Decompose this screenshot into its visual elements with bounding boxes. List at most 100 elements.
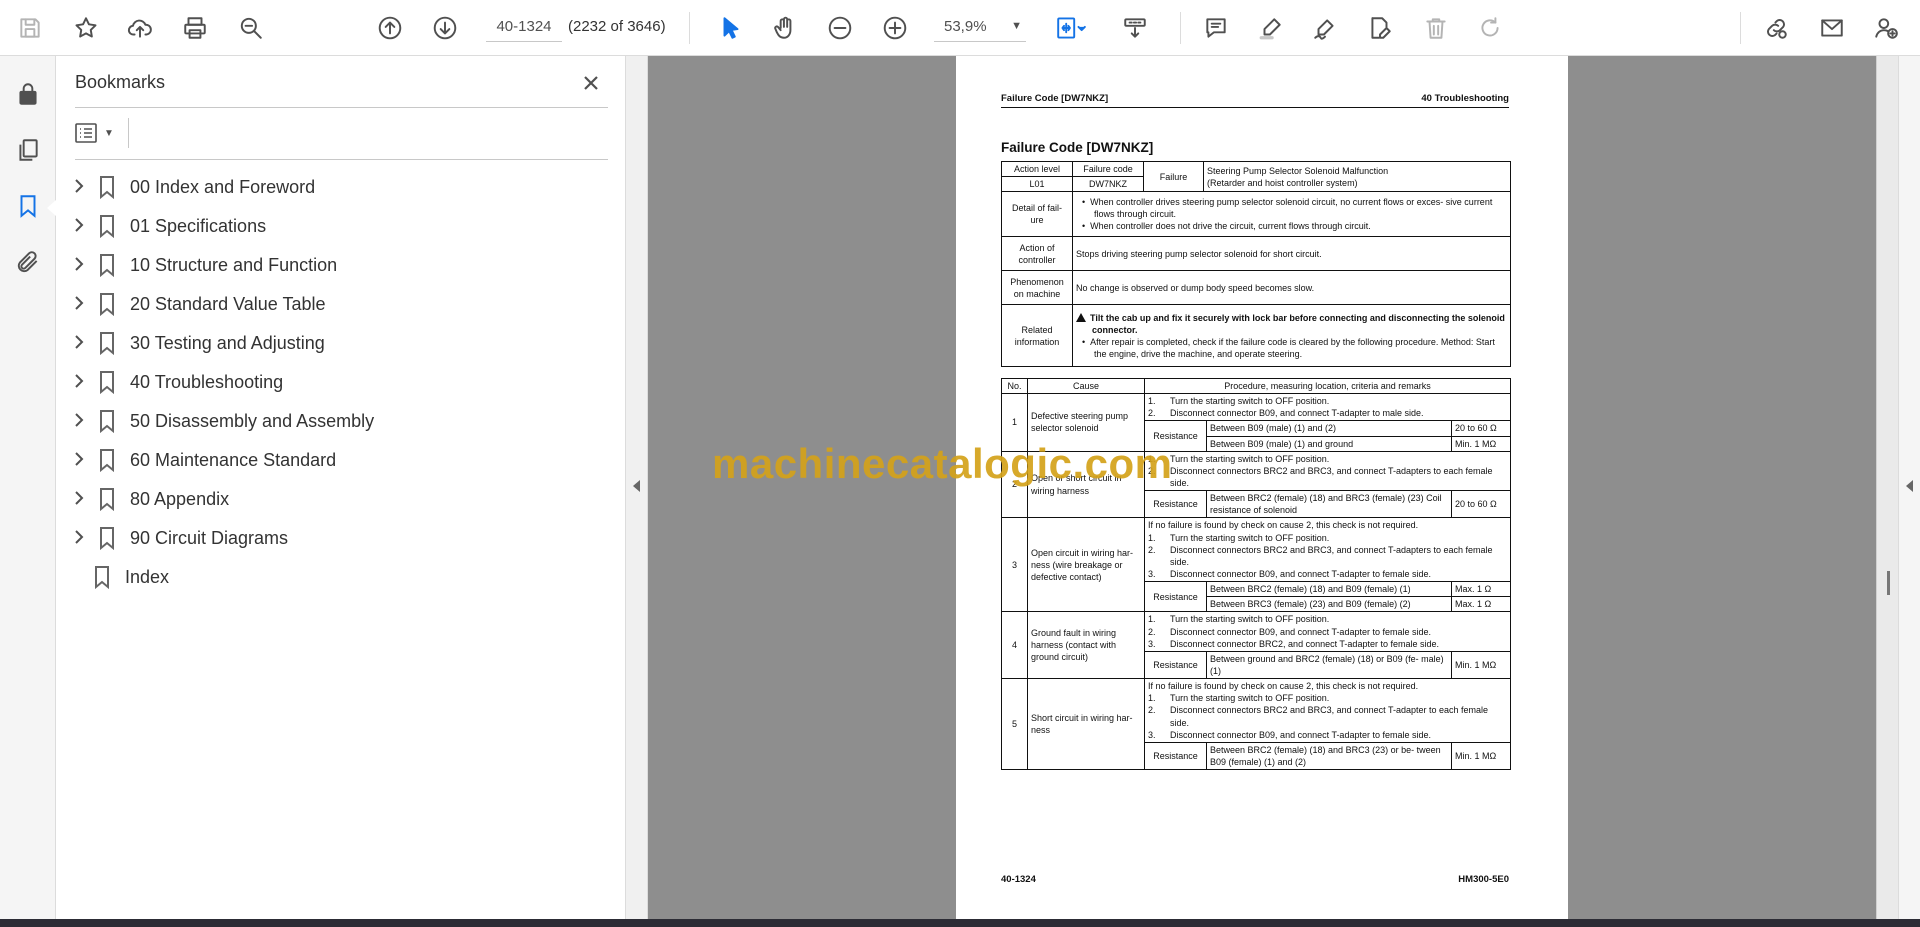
options-divider: [128, 118, 129, 148]
bookmark-item[interactable]: 20 Standard Value Table: [56, 284, 626, 323]
left-tool-rail: [0, 56, 56, 920]
action-cell: Stops driving steering pump selector sol…: [1072, 236, 1511, 272]
bookmark-star-icon[interactable]: [68, 10, 104, 46]
right-panel-toggle[interactable]: [1898, 56, 1920, 920]
chevron-right-icon[interactable]: [70, 528, 88, 546]
zoom-in-icon[interactable]: [877, 10, 913, 46]
scrollbar-thumb[interactable]: [1887, 571, 1890, 595]
measure-value: 20 to 60 Ω: [1451, 490, 1511, 519]
comment-icon[interactable]: [1198, 10, 1234, 46]
active-panel-pointer: [47, 200, 56, 216]
bookmark-icon: [97, 526, 117, 551]
chevron-right-icon[interactable]: [70, 216, 88, 234]
edit-pdf-icon[interactable]: [1362, 10, 1398, 46]
cloud-upload-icon[interactable]: [122, 10, 158, 46]
bookmark-item[interactable]: Index: [56, 557, 626, 596]
cause-text: Open circuit in wiring har- ness (wire b…: [1027, 517, 1145, 613]
redo-icon[interactable]: [1472, 10, 1508, 46]
taskbar-strip: [0, 919, 1920, 927]
panel-splitter[interactable]: [626, 56, 648, 920]
bookmark-icon: [97, 487, 117, 512]
chevron-right-icon[interactable]: [70, 333, 88, 351]
procedure-steps: 1. Turn the starting switch to OFF positi…: [1144, 450, 1511, 492]
bookmark-options-button[interactable]: ▼: [74, 118, 124, 148]
bookmark-item[interactable]: 60 Maintenance Standard: [56, 440, 626, 479]
bookmark-label: 40 Troubleshooting: [130, 372, 284, 392]
phenomenon-header: Phenomenon on machine: [1001, 270, 1073, 306]
detail-bullet: • When controller does not drive the cir…: [1082, 221, 1371, 232]
previous-page-icon[interactable]: [372, 10, 408, 46]
page-footer-number: 40-1324: [1001, 874, 1036, 885]
lock-icon[interactable]: [10, 76, 46, 112]
chevron-right-icon[interactable]: [70, 177, 88, 195]
bookmark-label: 90 Circuit Diagrams: [130, 528, 289, 548]
bookmark-item[interactable]: 01 Specifications: [56, 206, 626, 245]
next-page-icon[interactable]: [427, 10, 463, 46]
bookmark-item[interactable]: 00 Index and Foreword: [56, 167, 626, 206]
procedure-steps: If no failure is found by check on cause…: [1144, 678, 1511, 743]
scroll-mode-icon[interactable]: [1117, 10, 1153, 46]
zoom-level-value: 53,9%: [944, 18, 987, 35]
fit-page-icon[interactable]: [1048, 10, 1094, 46]
bookmark-icon: [97, 370, 117, 395]
chevron-right-icon[interactable]: [70, 372, 88, 390]
bookmark-item[interactable]: 80 Appendix: [56, 479, 626, 518]
chevron-right-icon[interactable]: [70, 294, 88, 312]
detail-bullet: • When controller drives steering pump s…: [1082, 197, 1493, 220]
page-thumbnails-icon[interactable]: [10, 132, 46, 168]
bookmark-label: Index: [125, 567, 170, 587]
vertical-scrollbar[interactable]: [1876, 56, 1898, 920]
header-right: 40 Troubleshooting: [1421, 93, 1509, 104]
chevron-right-icon[interactable]: [70, 255, 88, 273]
failure-info-table: Action level Failure code Failure Steeri…: [1001, 160, 1511, 368]
zoom-level-dropdown[interactable]: 53,9% ▼: [934, 12, 1026, 42]
bookmark-tree: 00 Index and Foreword 01 Specifications …: [56, 167, 626, 596]
bookmark-label: 50 Disassembly and Assembly: [130, 411, 375, 431]
select-pointer-icon[interactable]: [713, 10, 749, 46]
zoom-search-icon[interactable]: [233, 10, 269, 46]
bookmark-label: 00 Index and Foreword: [130, 177, 316, 197]
measure-value: 20 to 60 Ω: [1451, 420, 1511, 437]
chevron-right-icon[interactable]: [70, 489, 88, 507]
bookmark-item[interactable]: 90 Circuit Diagrams: [56, 518, 626, 557]
highlight-pen-icon[interactable]: [1253, 10, 1289, 46]
page-title: Failure Code [DW7NKZ]: [1001, 140, 1154, 155]
chevron-right-icon[interactable]: [70, 450, 88, 468]
bookmark-item[interactable]: 50 Disassembly and Assembly: [56, 401, 626, 440]
chevron-right-icon[interactable]: [70, 411, 88, 429]
hand-tool-icon[interactable]: [767, 10, 803, 46]
zoom-out-icon[interactable]: [822, 10, 858, 46]
share-link-icon[interactable]: [1758, 10, 1794, 46]
procedure-steps: If no failure is found by check on cause…: [1144, 517, 1511, 583]
bookmark-icon: [97, 214, 117, 239]
delete-icon[interactable]: [1418, 10, 1454, 46]
bookmark-label: 30 Testing and Adjusting: [130, 333, 325, 353]
bookmark-item[interactable]: 10 Structure and Function: [56, 245, 626, 284]
measure-location: Between B09 (male) (1) and (2): [1206, 420, 1452, 437]
bookmark-item[interactable]: 40 Troubleshooting: [56, 362, 626, 401]
bookmark-label: 20 Standard Value Table: [130, 294, 326, 314]
attachments-icon[interactable]: [10, 244, 46, 280]
chevron-down-icon: ▼: [104, 127, 114, 139]
email-icon[interactable]: [1814, 10, 1850, 46]
document-viewport[interactable]: Failure Code [DW7NKZ] 40 Troubleshooting…: [648, 56, 1876, 920]
expand-right-panel-icon[interactable]: [1906, 480, 1913, 492]
user-add-icon[interactable]: [1868, 10, 1904, 46]
failure-header: Failure: [1143, 160, 1204, 193]
action-level-value: L01: [1001, 176, 1073, 193]
cause-number: 3: [1001, 517, 1028, 613]
phenomenon-cell: No change is observed or dump body speed…: [1072, 270, 1511, 306]
bookmarks-panel: Bookmarks ▼ 00 Index and Foreword 01 Spe…: [47, 56, 626, 920]
close-panel-button[interactable]: [576, 68, 606, 98]
draw-sign-icon[interactable]: [1307, 10, 1343, 46]
collapse-left-icon[interactable]: [633, 480, 640, 492]
print-icon[interactable]: [177, 10, 213, 46]
measure-location: Between BRC2 (female) (18) and BRC3 (23)…: [1206, 741, 1452, 771]
page-number-input[interactable]: [486, 12, 562, 42]
col-procedure: Procedure, measuring location, criteria …: [1144, 377, 1511, 395]
bookmark-icon: [92, 565, 112, 590]
bookmarks-icon[interactable]: [10, 188, 46, 224]
save-icon[interactable]: [12, 10, 48, 46]
action-level-header: Action level: [1001, 160, 1073, 178]
bookmark-item[interactable]: 30 Testing and Adjusting: [56, 323, 626, 362]
